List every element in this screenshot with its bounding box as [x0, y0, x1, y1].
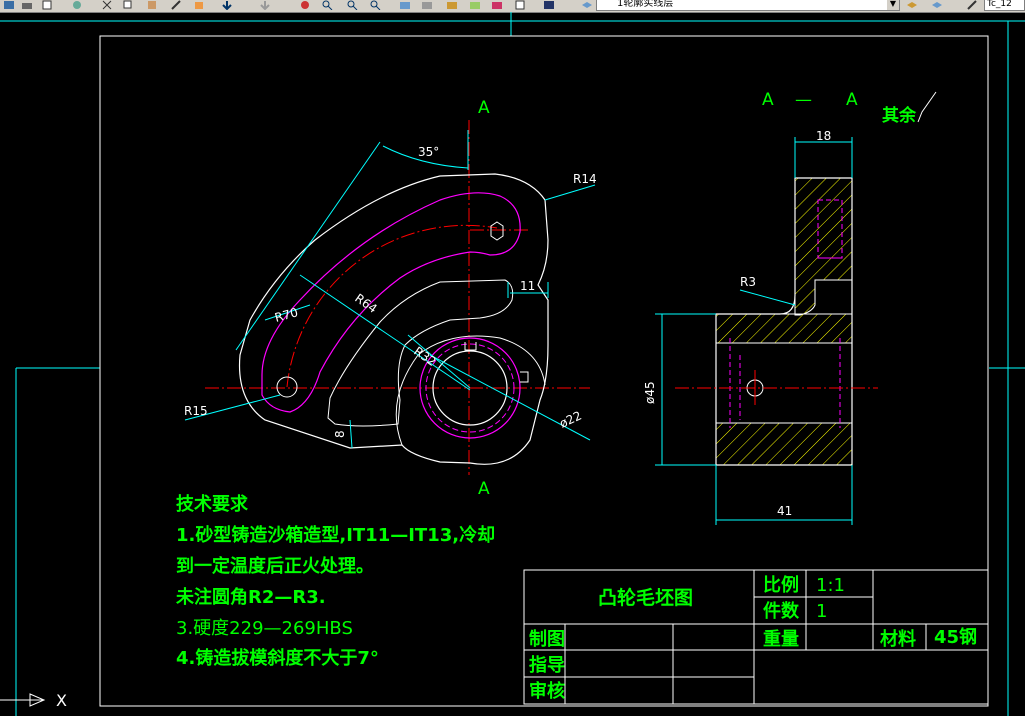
- zoom-previous-icon[interactable]: [368, 0, 382, 10]
- copy-icon[interactable]: [122, 0, 136, 10]
- dim-angle: 35°: [418, 145, 439, 159]
- pan-icon[interactable]: [298, 0, 312, 10]
- centerlines: [205, 120, 590, 475]
- cut-icon[interactable]: [100, 0, 114, 10]
- layer-previous-icon[interactable]: [930, 0, 944, 10]
- paste-icon[interactable]: [145, 0, 159, 10]
- tool-palettes-icon[interactable]: [445, 0, 459, 10]
- roughness-symbol: [917, 91, 937, 123]
- roughness-note: 其余: [882, 105, 917, 126]
- drawing-canvas[interactable]: A A A — A 其余 35° R14 R64 R70 R32 R15 11 …: [0, 12, 1025, 716]
- dim-r14: R14: [573, 172, 597, 186]
- save-icon[interactable]: [2, 0, 16, 10]
- match-properties-icon[interactable]: [170, 0, 184, 10]
- drawn-label: 制图: [529, 629, 565, 650]
- front-view: [184, 120, 596, 475]
- dim-8: 8: [333, 430, 347, 438]
- qty-value: 1: [816, 601, 827, 622]
- view-title-dash: —: [795, 90, 812, 110]
- zoom-window-icon[interactable]: [345, 0, 359, 10]
- block-editor-icon[interactable]: [192, 0, 206, 10]
- ucs-icon: [0, 693, 46, 707]
- preview-icon[interactable]: [40, 0, 54, 10]
- help-icon[interactable]: [542, 0, 556, 10]
- hole-upper: [490, 221, 504, 241]
- review-label: 审核: [529, 680, 565, 702]
- dim-r64: R64: [352, 291, 379, 316]
- sheet-set-icon[interactable]: [468, 0, 482, 10]
- dim-phi22: ø22: [557, 408, 583, 430]
- tech-line3: 未注圆角R2—R3.: [176, 586, 326, 608]
- tech-line1: 1.砂型铸造沙箱造型,IT11—IT13,冷却: [176, 524, 495, 546]
- scale-label: 比例: [763, 574, 799, 596]
- layer-manager-icon[interactable]: [580, 0, 594, 10]
- scale-value: 1:1: [816, 575, 845, 596]
- markup-icon[interactable]: [490, 0, 504, 10]
- design-center-icon[interactable]: [420, 0, 434, 10]
- undo-icon[interactable]: [220, 0, 234, 10]
- section-label-bottom: A: [478, 479, 490, 499]
- view-title-right: A: [846, 90, 858, 110]
- chevron-down-icon[interactable]: ▼: [887, 0, 899, 10]
- redo-icon[interactable]: [258, 0, 272, 10]
- tech-requirements: 技术要求 1.砂型铸造沙箱造型,IT11—IT13,冷却 到一定温度后正火处理。…: [176, 493, 495, 669]
- linetype-value: Tc_12: [987, 0, 1012, 9]
- section-hatch-low: [715, 422, 853, 466]
- dim-r70: R70: [273, 305, 299, 325]
- tech-line4: 3.硬度229—269HBS: [176, 618, 353, 639]
- cam-groove: [261, 192, 521, 413]
- weight-label: 重量: [763, 628, 799, 650]
- title-block: [523, 569, 989, 705]
- material-value: 45钢: [934, 626, 977, 648]
- section-hatch-mid: [715, 313, 853, 344]
- properties-icon[interactable]: [398, 0, 412, 10]
- zoom-realtime-icon[interactable]: [320, 0, 334, 10]
- viewport-frame: [0, 12, 1025, 716]
- tech-line2: 到一定温度后正火处理。: [176, 555, 374, 577]
- view-title-left: A: [762, 90, 774, 110]
- layer-dropdown[interactable]: 1轮廓实线层 ▼: [596, 0, 900, 11]
- dim-r3: R3: [740, 275, 756, 289]
- tech-title: 技术要求: [176, 493, 249, 515]
- drawing-name: 凸轮毛坯图: [598, 586, 693, 609]
- qty-label: 件数: [763, 600, 800, 622]
- layer-name: 1轮廓实线层: [617, 0, 674, 9]
- dim-11: 11: [520, 279, 535, 293]
- publish-icon[interactable]: [70, 0, 84, 10]
- dim-18: 18: [816, 129, 831, 143]
- section-view: [655, 137, 878, 525]
- ucs-x-label: X: [56, 691, 67, 710]
- make-current-icon[interactable]: [905, 0, 919, 10]
- dim-phi45: ø45: [643, 381, 657, 404]
- dim-r15: R15: [184, 404, 208, 418]
- print-icon[interactable]: [20, 0, 34, 10]
- linetype-field[interactable]: Tc_12: [984, 0, 1025, 11]
- dim-41: 41: [777, 504, 792, 518]
- material-label: 材料: [880, 628, 916, 650]
- tech-line5: 4.铸造拔模斜度不大于7°: [176, 647, 379, 669]
- section-label-top: A: [478, 98, 490, 118]
- guide-label: 指导: [529, 654, 565, 676]
- section-hatch-upper: [794, 177, 853, 316]
- calculator-icon[interactable]: [513, 0, 527, 10]
- color-control-icon[interactable]: [966, 0, 980, 10]
